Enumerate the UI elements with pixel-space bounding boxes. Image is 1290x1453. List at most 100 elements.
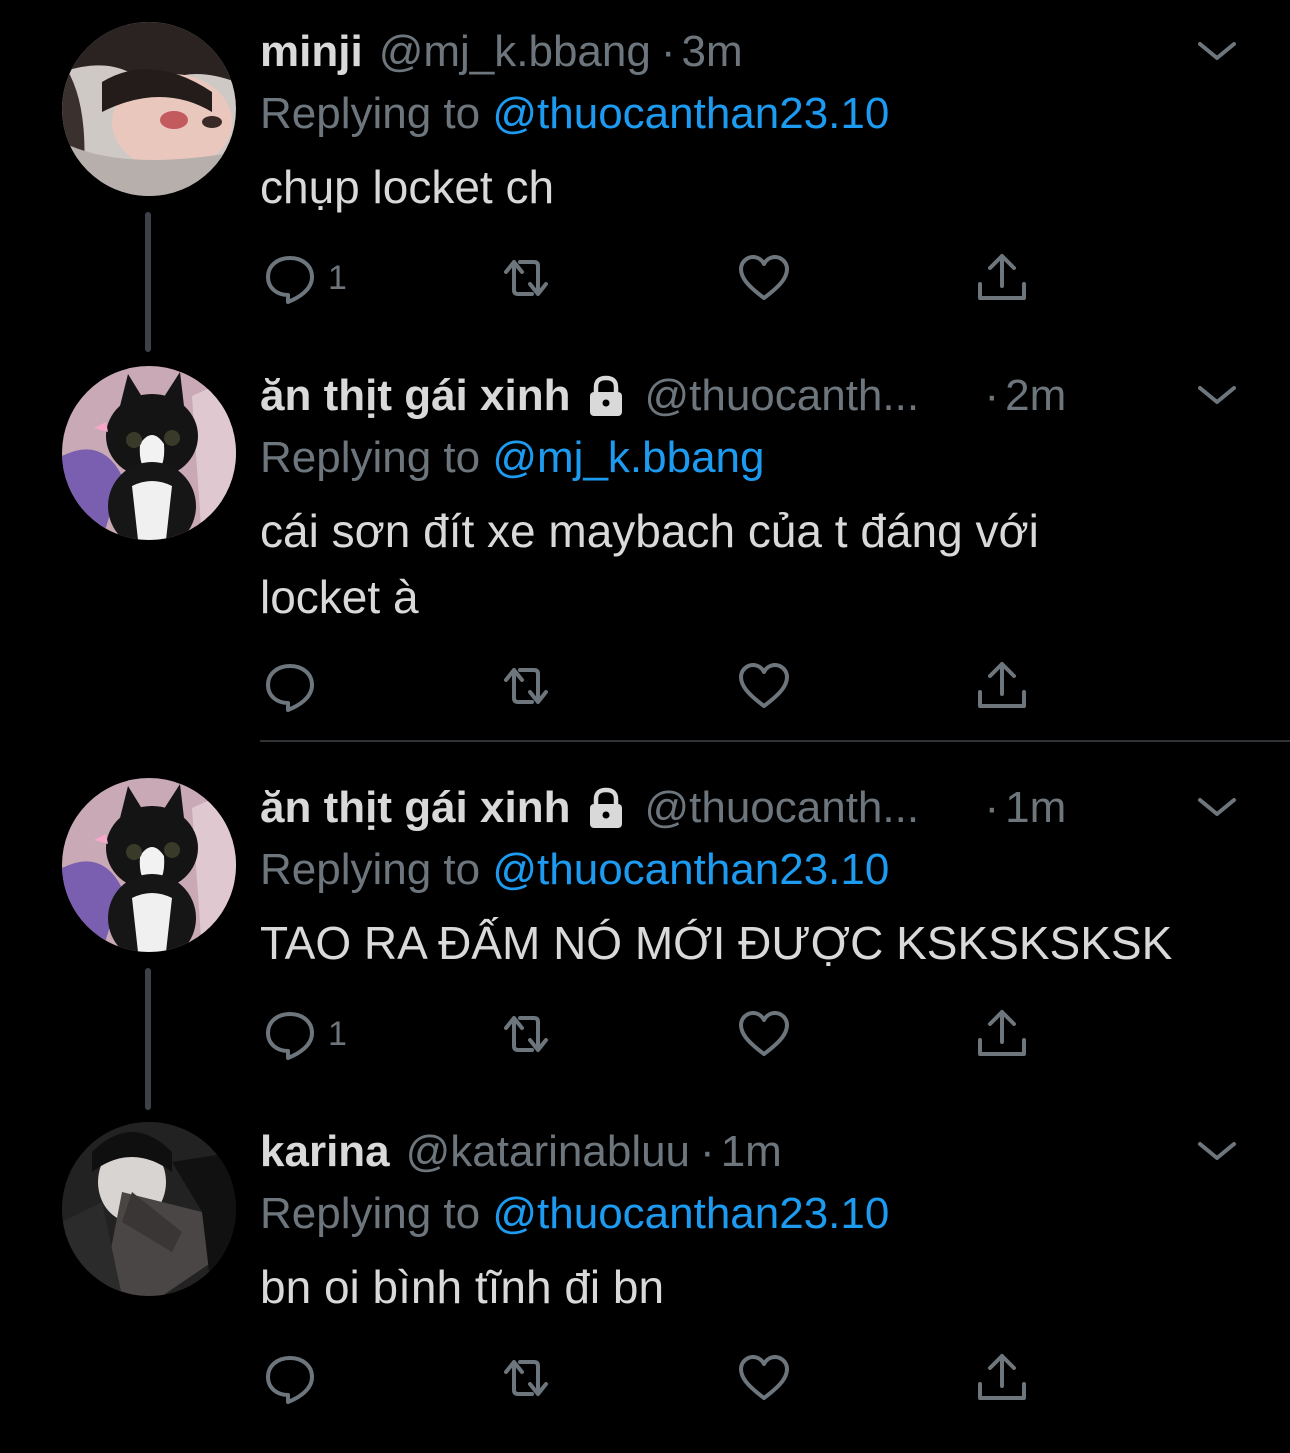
retweet-button[interactable] [498,1348,554,1408]
thread-connector [145,212,151,352]
retweet-icon [504,1016,548,1052]
avatar-karina[interactable] [62,1122,236,1296]
replying-to: Replying to @thuocanthan23.10 [260,838,1240,902]
share-icon [978,1010,1026,1056]
action-bar [260,1348,1060,1408]
mention-link[interactable]: @thuocanthan23.10 [492,845,889,894]
replying-to-label: Replying to [260,845,493,894]
like-button[interactable] [736,1348,792,1408]
tweet-header: ăn thịt gái xinh @thuocanth... · 2m [260,366,1240,426]
share-button[interactable] [974,1348,1030,1408]
reply-button[interactable]: 1 [262,1004,347,1064]
tweet-minji[interactable]: minji @mj_k.bbang · 3m Replying to @thuo… [0,22,1290,352]
tweet-locked-user-2[interactable]: ăn thịt gái xinh @thuocanth... · 1m Repl… [0,778,1290,1110]
tweet-divider [260,740,1290,742]
separator-dot: · [700,1127,715,1176]
action-bar [260,656,1060,716]
tweet-text: cái sơn đít xe maybach của t đáng với lo… [260,505,1039,623]
retweet-icon [504,668,548,704]
mention-link[interactable]: @thuocanthan23.10 [492,89,889,138]
timestamp[interactable]: 2m [1005,366,1066,426]
reply-icon [266,664,314,712]
reply-thread: minji @mj_k.bbang · 3m Replying to @thuo… [0,0,1290,1453]
heart-icon [739,1011,789,1056]
replying-to: Replying to @thuocanthan23.10 [260,82,1240,146]
chevron-down-icon[interactable] [1194,36,1240,66]
share-button[interactable] [974,656,1030,716]
like-button[interactable] [736,656,792,716]
karina-avatar-image [62,1122,236,1296]
timestamp[interactable]: 3m [682,22,743,82]
reply-button[interactable]: 1 [262,248,347,308]
display-name[interactable]: minji [260,22,363,82]
avatar-kitten[interactable] [62,366,236,540]
replying-to-label: Replying to [260,433,493,482]
user-handle[interactable]: @thuocanth... [644,366,974,426]
tweet-karina[interactable]: karina @katarinabluu · 1m Replying to @t… [0,1122,1290,1432]
mention-link[interactable]: @mj_k.bbang [492,433,764,482]
reply-button[interactable] [262,1348,328,1408]
action-bar: 1 [260,248,1060,308]
chevron-down-icon[interactable] [1194,380,1240,410]
display-name[interactable]: karina [260,1122,390,1182]
tweet-header: ăn thịt gái xinh @thuocanth... · 1m [260,778,1240,838]
replying-to: Replying to @thuocanthan23.10 [260,1182,1240,1246]
user-handle[interactable]: @thuocanth... [644,778,974,838]
share-icon [978,1354,1026,1400]
share-icon [978,662,1026,708]
reply-icon [266,1356,314,1404]
kitten-avatar-image [62,778,236,952]
tweet-text: chụp locket ch [260,161,555,213]
separator-dot: · [660,27,676,76]
chevron-down-icon[interactable] [1194,792,1240,822]
separator-dot: · [984,783,1000,832]
tweet-content: karina @katarinabluu · 1m Replying to @t… [260,1122,1240,1404]
replying-to: Replying to @mj_k.bbang [260,426,1240,490]
share-button[interactable] [974,248,1030,308]
display-name[interactable]: ăn thịt gái xinh [260,366,570,426]
retweet-icon [504,1360,548,1396]
retweet-button[interactable] [498,656,554,716]
timestamp[interactable]: 1m [721,1122,782,1182]
user-handle[interactable]: @mj_k.bbang [379,22,651,82]
thread-connector [145,968,151,1110]
like-button[interactable] [736,1004,792,1064]
replying-to-label: Replying to [260,1189,493,1238]
share-button[interactable] [974,1004,1030,1064]
reply-count: 1 [328,1014,347,1053]
tweet-text: TAO RA ĐẤM NÓ MỚI ĐƯỢC KSKSKSKSK [260,917,1173,969]
retweet-button[interactable] [498,248,554,308]
lock-icon [590,787,623,828]
tweet-content: minji @mj_k.bbang · 3m Replying to @thuo… [260,22,1240,304]
timestamp[interactable]: 1m [1005,778,1066,838]
kitten-avatar-image [62,366,236,540]
display-name[interactable]: ăn thịt gái xinh [260,778,570,838]
chevron-down-icon[interactable] [1194,1136,1240,1166]
minji-avatar-image [62,22,236,196]
reply-button[interactable] [262,656,328,716]
replying-to-label: Replying to [260,89,493,138]
tweet-content: ăn thịt gái xinh @thuocanth... · 2m Repl… [260,366,1240,712]
action-bar: 1 [260,1004,1060,1064]
lock-icon [590,375,623,416]
user-handle[interactable]: @katarinabluu [406,1122,690,1182]
tweet-header: minji @mj_k.bbang · 3m [260,22,1240,82]
tweet-header: karina @katarinabluu · 1m [260,1122,1240,1182]
mention-link[interactable]: @thuocanthan23.10 [492,1189,889,1238]
heart-icon [739,255,789,300]
reply-icon [266,256,314,304]
tweet-text: bn oi bình tĩnh đi bn [260,1261,665,1313]
share-icon [978,254,1026,300]
avatar-minji[interactable] [62,22,236,196]
separator-dot: · [984,371,1000,420]
reply-count: 1 [328,258,347,297]
reply-icon [266,1012,314,1060]
heart-icon [739,1355,789,1400]
tweet-content: ăn thịt gái xinh @thuocanth... · 1m Repl… [260,778,1240,1060]
tweet-locked-user-1[interactable]: ăn thịt gái xinh @thuocanth... · 2m Repl… [0,366,1290,726]
heart-icon [739,663,789,708]
retweet-icon [504,260,548,296]
avatar-kitten[interactable] [62,778,236,952]
like-button[interactable] [736,248,792,308]
retweet-button[interactable] [498,1004,554,1064]
